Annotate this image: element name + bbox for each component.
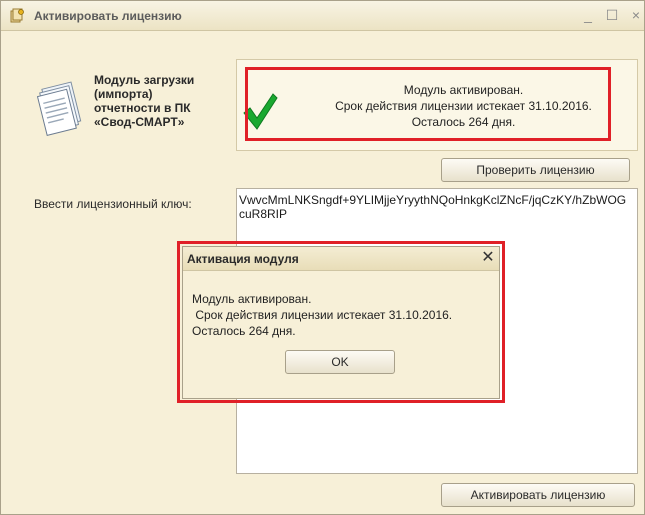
ok-button[interactable]: OK — [285, 350, 395, 374]
license-key-value: VwvcMmLNKSngdf+9YLIMjjeYryythNQoHnkgKclZ… — [239, 193, 627, 221]
license-key-icon — [10, 8, 24, 23]
maximize-button[interactable]: ☐ — [603, 6, 621, 24]
module-name-line: (импорта) — [94, 87, 153, 101]
status-line: Срок действия лицензии истекает 31.10.20… — [335, 99, 592, 113]
window-titlebar[interactable]: Активировать лицензию _ ☐ × — [1, 1, 644, 31]
checkmark-icon — [243, 93, 278, 130]
module-name-line: «Свод-СМАРТ» — [94, 115, 185, 129]
status-line: Модуль активирован. — [403, 83, 524, 97]
dialog-close-icon[interactable]: ✕ — [479, 249, 497, 267]
dialog-title: Активация модуля — [187, 252, 299, 266]
license-status-text: Модуль активирован. Срок действия лиценз… — [301, 82, 626, 130]
dialog-titlebar[interactable]: Активация модуля ✕ — [183, 247, 499, 271]
license-activation-window: Активировать лицензию _ ☐ × Модуль загру… — [0, 0, 645, 515]
module-name: Модуль загрузки (импорта) отчетности в П… — [94, 73, 234, 129]
check-license-button[interactable]: Проверить лицензию — [441, 158, 630, 182]
minimize-button[interactable]: _ — [579, 6, 597, 24]
dialog-line: Срок действия лицензии истекает 31.10.20… — [192, 308, 453, 322]
dialog-message: Модуль активирован. Срок действия лиценз… — [192, 291, 497, 339]
document-stack-icon — [37, 81, 82, 137]
module-name-line: Модуль загрузки — [94, 73, 195, 87]
close-button[interactable]: × — [627, 6, 645, 24]
module-name-line: отчетности в ПК — [94, 101, 191, 115]
window-title: Активировать лицензию — [34, 9, 182, 23]
dialog-line: Модуль активирован. — [192, 292, 312, 306]
activate-license-button[interactable]: Активировать лицензию — [441, 483, 635, 507]
activation-dialog: Активация модуля ✕ Модуль активирован. С… — [182, 246, 500, 399]
license-key-label: Ввести лицензионный ключ: — [34, 197, 192, 211]
dialog-line: Осталось 264 дня. — [192, 324, 296, 338]
status-line: Осталось 264 дня. — [411, 115, 516, 129]
